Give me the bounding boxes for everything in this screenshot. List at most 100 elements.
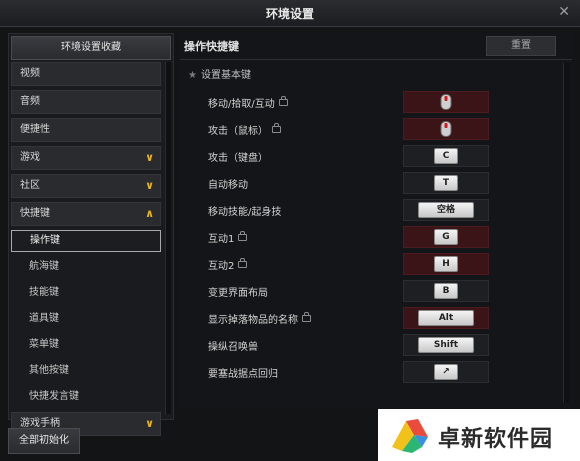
sidebar-item-label: 社区 <box>20 180 40 191</box>
lock-icon <box>238 231 248 241</box>
favorites-button[interactable]: 环境设置收藏 <box>11 36 171 60</box>
sidebar-subitem-4[interactable]: 菜单键 <box>11 334 161 356</box>
sidebar-menu: 视频音频便捷性游戏 ∨ 社区 ∨ 快捷键 ∧ 操作键航海键技能键道具键菜单键其他按键快捷发言… <box>11 62 161 440</box>
panel-scrollbar[interactable] <box>563 63 570 403</box>
keybind-slot[interactable]: Alt <box>403 307 489 329</box>
keybind-label: 变更界面布局 <box>208 284 268 299</box>
keybind-label: 攻击（键盘） <box>208 149 268 164</box>
key-cap[interactable]: Shift <box>418 337 474 353</box>
sidebar-item-1[interactable]: 音频 <box>11 90 161 114</box>
key-cap[interactable]: ↗ <box>434 364 458 380</box>
mouse-left-click-icon[interactable] <box>440 121 452 137</box>
keybind-label-text: 互动2 <box>208 261 235 272</box>
keybind-row: 操纵召唤兽 Shift <box>208 334 508 361</box>
keybind-list: 移动/拾取/互动 攻击（鼠标） 攻击（键盘） C 自动移动 T 移动技能/起身技 空格互动1 G… <box>208 91 508 388</box>
keybind-label-text: 要塞战据点回归 <box>208 369 278 380</box>
sidebar-subitem-2[interactable]: 技能键 <box>11 282 161 304</box>
keybind-row: 变更界面布局 B <box>208 280 508 307</box>
key-cap[interactable]: H <box>434 256 458 272</box>
keybind-row: 互动1 G <box>208 226 508 253</box>
keybind-slot[interactable]: H <box>403 253 489 275</box>
brand-watermark: 卓新软件园 <box>378 409 580 461</box>
keybind-label-text: 攻击（键盘） <box>208 153 268 164</box>
settings-sidebar: 环境设置收藏 视频音频便捷性游戏 ∨ 社区 ∨ 快捷键 ∧ 操作键航海键技能键道具键菜单键其… <box>8 33 174 436</box>
sidebar-item-3[interactable]: 游戏 ∨ <box>11 146 161 170</box>
reset-all-button[interactable]: 全部初始化 <box>8 428 80 454</box>
sidebar-item-label: 游戏 <box>20 152 40 163</box>
sidebar-item-2[interactable]: 便捷性 <box>11 118 161 142</box>
keybind-label-text: 自动移动 <box>208 180 248 191</box>
keybind-label: 互动2 <box>208 257 248 272</box>
sidebar-subitem-6[interactable]: 快捷发言键 <box>11 386 161 408</box>
sidebar-subitem-1[interactable]: 航海键 <box>11 256 161 278</box>
sidebar-item-4[interactable]: 社区 ∨ <box>11 174 161 198</box>
keybind-label-text: 变更界面布局 <box>208 288 268 299</box>
keybind-slot[interactable]: G <box>403 226 489 248</box>
chevron-up-icon[interactable]: ∧ <box>145 203 154 225</box>
keybind-label: 自动移动 <box>208 176 248 191</box>
keybind-label-text: 显示掉落物品的名称 <box>208 315 298 326</box>
key-cap[interactable]: G <box>434 229 458 245</box>
window-title: 环境设置 <box>265 7 314 21</box>
sidebar-scrollbar[interactable] <box>165 62 171 414</box>
keybind-slot[interactable]: T <box>403 172 489 194</box>
keybind-label-text: 移动/拾取/互动 <box>208 99 275 110</box>
sidebar-item-label: 便捷性 <box>20 124 50 135</box>
section-title: 操作快捷键 <box>184 40 239 53</box>
lock-icon <box>272 123 281 133</box>
keybind-slot[interactable]: 空格 <box>403 199 489 221</box>
keybind-label: 操纵召唤兽 <box>208 338 258 353</box>
mouse-left-click-icon[interactable] <box>440 94 452 110</box>
keybind-panel: 操作快捷键 重置 ★ 设置基本键 移动/拾取/互动 攻击（鼠标） 攻击（键盘） C 自动移… <box>180 33 572 408</box>
keybind-row: 自动移动 T <box>208 172 508 199</box>
keybind-label: 互动1 <box>208 230 248 245</box>
brand-text: 卓新软件园 <box>438 427 554 452</box>
chevron-down-icon[interactable]: ∨ <box>145 413 154 435</box>
lock-icon <box>238 258 248 268</box>
keybind-row: 互动2 H <box>208 253 508 280</box>
keybind-row: 移动/拾取/互动 <box>208 91 508 118</box>
keybind-label: 攻击（鼠标） <box>208 122 281 137</box>
key-cap[interactable]: B <box>434 283 458 299</box>
keybind-row: 攻击（键盘） C <box>208 145 508 172</box>
keybind-row: 移动技能/起身技 空格 <box>208 199 508 226</box>
star-icon[interactable]: ★ <box>188 70 197 81</box>
chevron-down-icon[interactable]: ∨ <box>145 147 154 169</box>
basic-keys-header: ★ 设置基本键 <box>188 66 251 81</box>
divider <box>180 59 572 60</box>
sidebar-item-5[interactable]: 快捷键 ∧ <box>11 202 161 226</box>
keybind-slot[interactable]: B <box>403 280 489 302</box>
keybind-label: 要塞战据点回归 <box>208 365 278 380</box>
brand-logo-icon <box>392 419 428 453</box>
sidebar-item-label: 快捷键 <box>20 208 50 219</box>
close-icon[interactable]: ✕ <box>558 4 570 20</box>
keybind-slot[interactable]: Shift <box>403 334 489 356</box>
keybind-label-text: 移动技能/起身技 <box>208 207 282 218</box>
keybind-label-text: 攻击（鼠标） <box>208 126 268 137</box>
keybind-slot[interactable] <box>403 91 489 113</box>
key-cap[interactable]: T <box>434 175 458 191</box>
keybind-label: 显示掉落物品的名称 <box>208 311 311 326</box>
key-cap[interactable]: C <box>434 148 458 164</box>
reset-button[interactable]: 重置 <box>486 36 556 56</box>
sidebar-item-label: 视频 <box>20 68 40 79</box>
keybind-slot[interactable]: C <box>403 145 489 167</box>
lock-icon <box>302 312 311 322</box>
keybind-slot[interactable] <box>403 118 489 140</box>
sidebar-item-0[interactable]: 视频 <box>11 62 161 86</box>
settings-window: 环境设置 ✕ 环境设置收藏 视频音频便捷性游戏 ∨ 社区 ∨ 快捷键 ∧ 操作键航海键技能键… <box>0 0 580 461</box>
keybind-label-text: 互动1 <box>208 234 235 245</box>
key-cap[interactable]: 空格 <box>418 202 474 218</box>
chevron-down-icon[interactable]: ∨ <box>145 175 154 197</box>
sidebar-item-label: 音频 <box>20 96 40 107</box>
sidebar-subitem-3[interactable]: 道具键 <box>11 308 161 330</box>
sidebar-subitem-5[interactable]: 其他按键 <box>11 360 161 382</box>
basic-keys-label: 设置基本键 <box>200 70 251 81</box>
sidebar-subitem-0[interactable]: 操作键 <box>11 230 161 252</box>
key-cap[interactable]: Alt <box>418 310 474 326</box>
keybind-row: 攻击（鼠标） <box>208 118 508 145</box>
keybind-row: 要塞战据点回归 ↗ <box>208 361 508 388</box>
keybind-row: 显示掉落物品的名称 Alt <box>208 307 508 334</box>
keybind-slot[interactable]: ↗ <box>403 361 489 383</box>
keybind-label-text: 操纵召唤兽 <box>208 342 258 353</box>
